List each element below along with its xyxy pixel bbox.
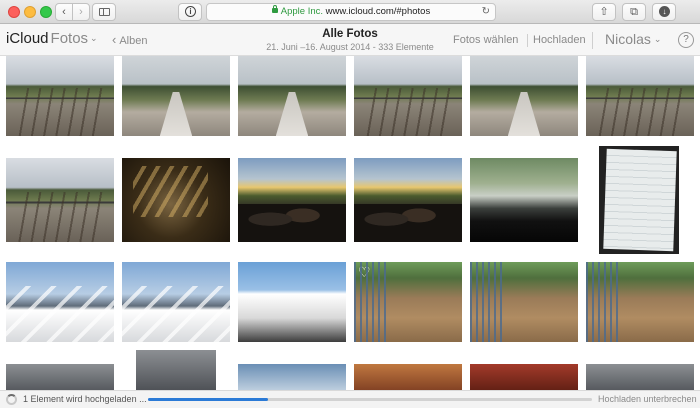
share-button[interactable]: ⇧ bbox=[592, 3, 616, 21]
page-subtitle: 21. Juni –16. August 2014 - 333 Elemente bbox=[266, 42, 434, 52]
browser-toolbar: ‹ › i Apple Inc. www.icloud.com/#photos … bbox=[0, 0, 700, 24]
photo-thumbnail[interactable] bbox=[6, 262, 114, 342]
photo-thumbnail[interactable] bbox=[238, 364, 346, 390]
reader-button[interactable]: i bbox=[178, 3, 202, 21]
browser-forward-button[interactable]: › bbox=[72, 3, 90, 21]
lock-icon bbox=[271, 5, 278, 13]
browser-back-button[interactable]: ‹ bbox=[55, 3, 73, 21]
upload-status-bar: 1 Element wird hochgeladen ... Hochladen… bbox=[0, 390, 700, 408]
upload-button[interactable]: Hochladen bbox=[533, 34, 586, 46]
photo-thumbnail[interactable] bbox=[122, 56, 230, 136]
upload-progress-bar bbox=[148, 398, 592, 401]
tabs-overview-button[interactable]: ⧉ bbox=[622, 3, 646, 21]
app-switcher[interactable]: iCloud Fotos ⌄ bbox=[6, 30, 98, 47]
albums-back-link[interactable]: ‹ Alben bbox=[112, 32, 147, 47]
photo-thumbnail[interactable] bbox=[238, 56, 346, 136]
photo-thumbnail[interactable] bbox=[122, 158, 230, 242]
photo-thumbnail[interactable] bbox=[470, 262, 578, 342]
upload-progress-fill bbox=[148, 398, 268, 401]
photo-grid: ♡ bbox=[0, 56, 700, 390]
header-divider bbox=[592, 32, 593, 49]
photo-thumbnail[interactable]: ♡ bbox=[354, 262, 462, 342]
heart-icon[interactable]: ♡ bbox=[358, 264, 371, 281]
photo-thumbnail[interactable] bbox=[136, 350, 216, 390]
photo-thumbnail[interactable] bbox=[470, 158, 578, 242]
sidebar-toggle-button[interactable] bbox=[92, 3, 116, 21]
photo-thumbnail[interactable] bbox=[470, 56, 578, 136]
page-title: Alle Fotos bbox=[322, 28, 378, 40]
select-photos-button[interactable]: Fotos wählen bbox=[453, 34, 518, 46]
cancel-upload-button[interactable]: Hochladen unterbrechen bbox=[598, 394, 697, 404]
upload-status-text: 1 Element wird hochgeladen ... bbox=[23, 394, 147, 404]
help-button[interactable]: ? bbox=[678, 32, 694, 48]
icloud-brand: iCloud bbox=[6, 30, 49, 47]
photo-thumbnail[interactable] bbox=[586, 56, 694, 136]
window-zoom-button[interactable] bbox=[40, 6, 52, 18]
app-header: iCloud Fotos ⌄ ‹ Alben Alle Fotos 21. Juni … bbox=[0, 24, 700, 56]
photo-thumbnail[interactable] bbox=[586, 262, 694, 342]
photo-thumbnail[interactable] bbox=[122, 262, 230, 342]
address-bar[interactable]: Apple Inc. www.icloud.com/#photos ↻ bbox=[206, 3, 496, 21]
download-icon: ↓ bbox=[659, 6, 670, 17]
page-title-block: Alle Fotos 21. Juni –16. August 2014 - 3… bbox=[250, 27, 450, 53]
albums-back-label: Alben bbox=[119, 35, 148, 47]
photo-thumbnail[interactable] bbox=[599, 146, 679, 254]
app-name: Fotos bbox=[50, 30, 89, 47]
window-close-button[interactable] bbox=[8, 6, 20, 18]
window-minimize-button[interactable] bbox=[24, 6, 36, 18]
header-divider bbox=[527, 34, 528, 47]
photo-thumbnail[interactable] bbox=[6, 364, 114, 390]
sidebar-icon bbox=[99, 8, 110, 16]
reload-icon[interactable]: ↻ bbox=[482, 4, 490, 20]
ev-company-name: Apple Inc. bbox=[280, 6, 324, 17]
photo-thumbnail[interactable] bbox=[470, 364, 578, 390]
downloads-button[interactable]: ↓ bbox=[652, 3, 676, 21]
info-icon: i bbox=[185, 6, 196, 17]
photo-thumbnail[interactable] bbox=[586, 364, 694, 390]
photo-thumbnail[interactable] bbox=[238, 158, 346, 242]
chevron-down-icon: ⌄ bbox=[90, 33, 98, 43]
user-menu[interactable]: Nicolas ⌄ bbox=[605, 31, 661, 47]
url-text: www.icloud.com/#photos bbox=[325, 6, 431, 17]
photo-thumbnail[interactable] bbox=[238, 262, 346, 342]
photo-thumbnail[interactable] bbox=[354, 364, 462, 390]
spinner-icon bbox=[6, 394, 17, 405]
photo-thumbnail[interactable] bbox=[354, 56, 462, 136]
chevron-left-icon: ‹ bbox=[112, 32, 117, 47]
photo-thumbnail[interactable] bbox=[6, 56, 114, 136]
photo-thumbnail[interactable] bbox=[6, 158, 114, 242]
chevron-down-icon: ⌄ bbox=[653, 34, 662, 44]
user-name: Nicolas bbox=[605, 31, 651, 47]
photo-thumbnail[interactable] bbox=[354, 158, 462, 242]
